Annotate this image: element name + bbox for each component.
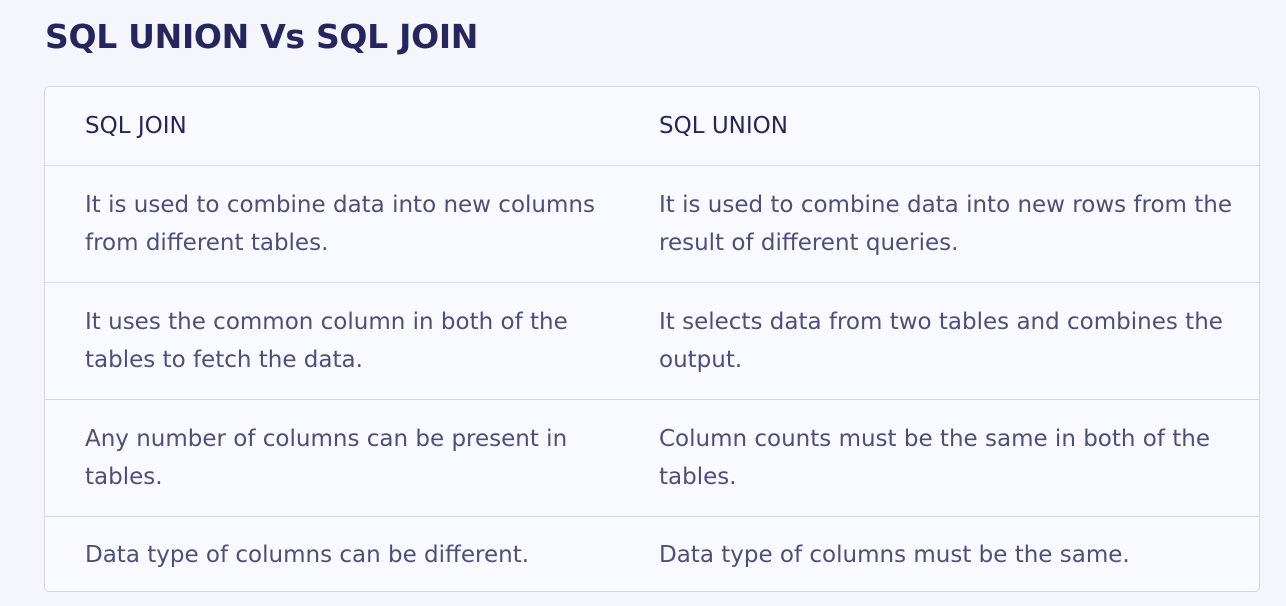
page: SQL UNION Vs SQL JOIN SQL JOIN SQL UNION…	[0, 0, 1286, 606]
table-row: It is used to combine data into new colu…	[45, 165, 1259, 283]
table-row: Data type of columns can be different. D…	[45, 516, 1259, 592]
column-header-sql-join: SQL JOIN	[85, 113, 187, 139]
table-cell-union: It selects data from two tables and comb…	[659, 309, 1223, 373]
table-cell-join: It is used to combine data into new colu…	[85, 192, 595, 256]
table-cell-union: Data type of columns must be the same.	[659, 542, 1130, 569]
table-cell-join: It uses the common column in both of the…	[85, 309, 568, 373]
page-title: SQL UNION Vs SQL JOIN	[45, 17, 479, 56]
table-cell-join: Any number of columns can be present in …	[85, 426, 568, 490]
comparison-table: SQL JOIN SQL UNION It is used to combine…	[45, 87, 1259, 592]
table-row: Any number of columns can be present in …	[45, 399, 1259, 517]
table-header-row: SQL JOIN SQL UNION	[45, 87, 1259, 166]
comparison-table-container: SQL JOIN SQL UNION It is used to combine…	[44, 86, 1260, 592]
table-cell-union: Column counts must be the same in both o…	[659, 426, 1211, 490]
table-cell-union: It is used to combine data into new rows…	[659, 192, 1233, 256]
table-cell-join: Data type of columns can be different.	[85, 542, 530, 569]
column-header-sql-union: SQL UNION	[659, 113, 788, 139]
table-row: It uses the common column in both of the…	[45, 282, 1259, 400]
